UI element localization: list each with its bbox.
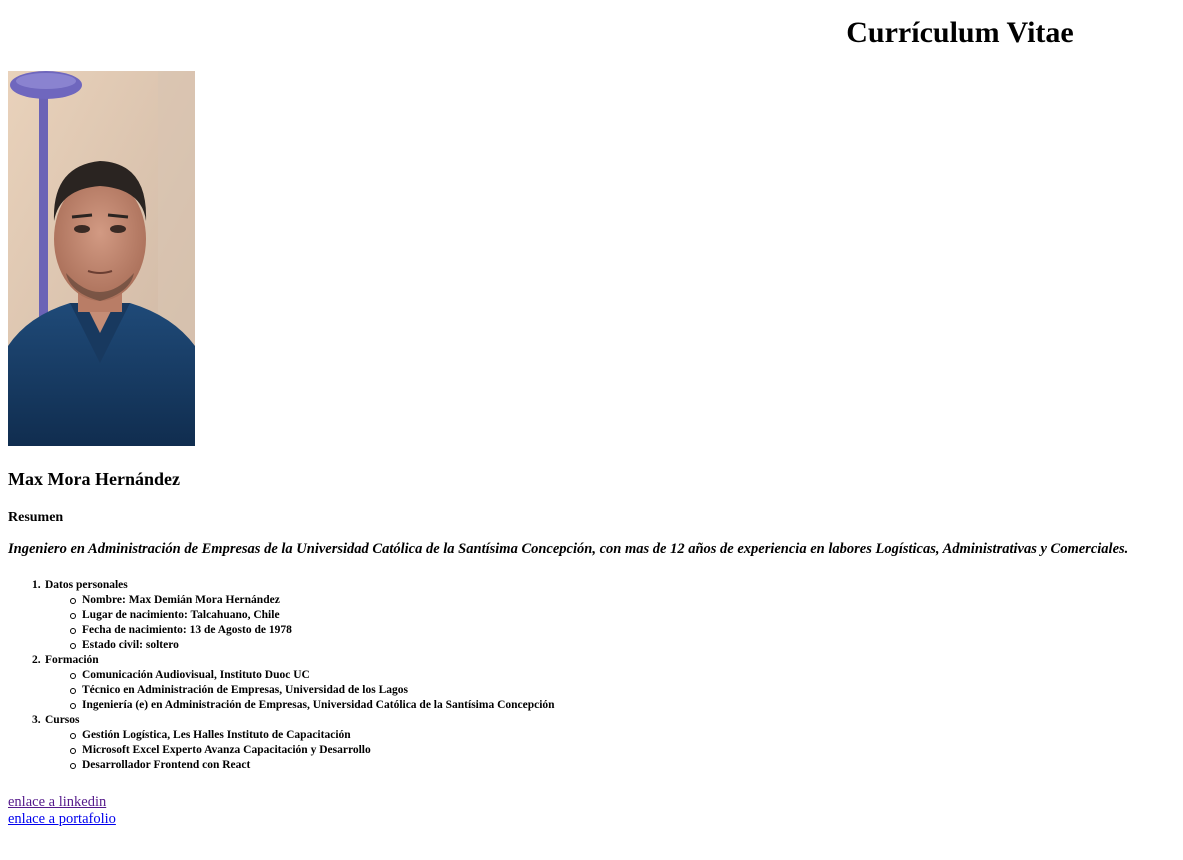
education-list: Comunicación Audiovisual, Instituto Duoc…: [45, 668, 555, 713]
list-item: Lugar de nacimiento: Talcahuano, Chile: [45, 608, 555, 623]
list-item: Comunicación Audiovisual, Instituto Duoc…: [45, 668, 555, 683]
list-item: Desarrollador Frontend con React: [45, 758, 555, 773]
personal-data-list: Nombre: Max Demián Mora Hernández Lugar …: [45, 593, 555, 653]
circle-bullet-icon: [70, 643, 76, 649]
profile-photo: [8, 71, 195, 446]
courses-list: Gestión Logística, Les Halles Instituto …: [45, 728, 555, 773]
circle-bullet-icon: [70, 598, 76, 604]
circle-bullet-icon: [70, 688, 76, 694]
section-number: 2.: [32, 654, 41, 666]
list-item: Técnico en Administración de Empresas, U…: [45, 683, 555, 698]
section-number: 1.: [32, 579, 41, 591]
portrait-photo-icon: [8, 71, 195, 446]
circle-bullet-icon: [70, 733, 76, 739]
section-number: 3.: [32, 714, 41, 726]
circle-bullet-icon: [70, 703, 76, 709]
circle-bullet-icon: [70, 613, 76, 619]
cv-sections-list: 1. Datos personales Nombre: Max Demián M…: [8, 578, 555, 773]
list-item: Fecha de nacimiento: 13 de Agosto de 197…: [45, 623, 555, 638]
linkedin-link[interactable]: enlace a linkedin: [8, 794, 116, 811]
cv-page: Currículum Vitae Max Mora Hernández Resu…: [0, 0, 1183, 860]
list-item: Estado civil: soltero: [45, 638, 555, 653]
section-label: Datos personales: [45, 579, 128, 591]
circle-bullet-icon: [70, 748, 76, 754]
list-item: Ingeniería (e) en Administración de Empr…: [45, 698, 555, 713]
list-item: Gestión Logística, Les Halles Instituto …: [45, 728, 555, 743]
list-item: Nombre: Max Demián Mora Hernández: [45, 593, 555, 608]
circle-bullet-icon: [70, 628, 76, 634]
links-block: enlace a linkedin enlace a portafolio: [8, 794, 116, 828]
circle-bullet-icon: [70, 673, 76, 679]
page-title: Currículum Vitae: [846, 16, 1074, 49]
person-name: Max Mora Hernández: [8, 469, 180, 489]
section-label: Formación: [45, 654, 99, 666]
portfolio-link[interactable]: enlace a portafolio: [8, 811, 116, 828]
list-item: Microsoft Excel Experto Avanza Capacitac…: [45, 743, 555, 758]
section-label: Cursos: [45, 714, 80, 726]
section-personal-data: 1. Datos personales Nombre: Max Demián M…: [8, 578, 555, 653]
summary-text: Ingeniero en Administración de Empresas …: [8, 541, 1129, 557]
section-courses: 3. Cursos Gestión Logística, Les Halles …: [8, 713, 555, 773]
circle-bullet-icon: [70, 763, 76, 769]
summary-heading: Resumen: [8, 510, 64, 525]
section-education: 2. Formación Comunicación Audiovisual, I…: [8, 653, 555, 713]
